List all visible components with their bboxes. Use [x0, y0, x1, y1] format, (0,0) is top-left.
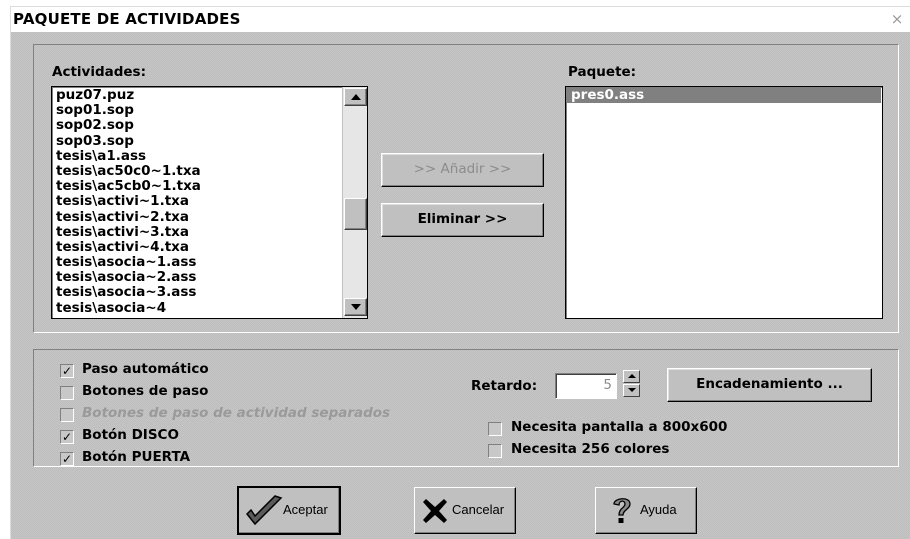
activity-list-item[interactable]: tesis\asocia~1.ass — [52, 254, 342, 270]
help-label: Ayuda — [640, 502, 677, 517]
question-mark-icon — [613, 498, 631, 523]
colors-256-label: Necesita 256 colores — [511, 441, 670, 457]
activity-list-item[interactable]: tesis\activi~2.txa — [52, 209, 342, 225]
package-list-item[interactable]: pres0.ass — [567, 87, 881, 104]
package-listbox[interactable]: pres0.ass — [565, 86, 883, 319]
auto-step-checkbox[interactable]: ✓ — [60, 364, 74, 378]
step-buttons-checkbox[interactable] — [60, 386, 74, 400]
window-title: PAQUETE DE ACTIVIDADES — [13, 10, 241, 28]
add-button[interactable]: >> Añadir >> — [381, 153, 544, 187]
step-buttons-label: Botones de paso — [82, 383, 209, 399]
activity-list-item[interactable]: puz07.puz — [52, 87, 342, 103]
disco-button-label: Botón DISCO — [82, 427, 179, 443]
scroll-up-arrow-icon — [351, 94, 361, 100]
scroll-down-arrow-icon — [351, 304, 361, 310]
screen-800-label: Necesita pantalla a 800x600 — [511, 419, 728, 435]
activity-list-item[interactable]: sop01.sop — [52, 103, 342, 118]
activity-list-item[interactable]: sop02.sop — [52, 118, 342, 133]
package-dialog: PAQUETE DE ACTIVIDADES × Actividades: pu… — [10, 6, 910, 539]
activity-list-item[interactable]: tesis\activi~3.txa — [52, 224, 342, 240]
activity-list-item[interactable]: tesis\asocia~2.ass — [52, 270, 342, 285]
puerta-button-label: Botón PUERTA — [82, 449, 191, 465]
checkmark-icon — [245, 495, 283, 526]
cross-icon — [423, 499, 447, 523]
checkmark-icon: ✓ — [61, 452, 73, 466]
activity-list-item[interactable]: tesis\activi~1.txa — [52, 194, 342, 209]
activities-label: Actividades: — [52, 64, 146, 80]
activity-list-item[interactable]: sop03.sop — [52, 133, 342, 149]
activities-listbox[interactable]: puz07.puz sop01.sop sop02.sop sop03.sop tesi… — [51, 86, 368, 319]
screen-800-checkbox[interactable] — [488, 422, 502, 436]
checkmark-icon: ✓ — [61, 364, 73, 378]
scroll-up-button[interactable] — [344, 88, 367, 106]
activity-list-item[interactable]: tesis\asocia~3.ass — [52, 285, 342, 300]
accept-label: Aceptar — [283, 502, 328, 517]
title-bar: PAQUETE DE ACTIVIDADES × — [11, 7, 910, 32]
scroll-thumb[interactable] — [344, 198, 367, 230]
separate-step-buttons-checkbox — [60, 408, 74, 422]
disco-button-checkbox[interactable]: ✓ — [60, 430, 74, 444]
cancel-button[interactable]: Cancelar — [414, 487, 516, 534]
help-button[interactable]: Ayuda — [595, 487, 697, 534]
activity-list-item[interactable]: tesis\activi~4.txa — [52, 239, 342, 255]
package-label: Paquete: — [568, 64, 637, 80]
options-group: ✓ Paso automático Botones de paso Botone… — [33, 349, 899, 467]
activities-group: Actividades: puz07.puz sop01.sop sop02.sop… — [33, 44, 899, 333]
activity-list-item[interactable]: tesis\ac5cb0~1.txa — [52, 179, 342, 194]
delay-label: Retardo: — [471, 378, 538, 394]
delay-input[interactable]: 5 — [555, 373, 617, 399]
activity-list-item[interactable]: tesis\asocia~4 — [52, 300, 342, 316]
chain-button-label: Encadenamiento ... — [696, 376, 843, 392]
activity-list-item[interactable]: tesis\a1.ass — [52, 148, 342, 164]
spin-down-icon — [628, 388, 636, 392]
activities-scrollbar[interactable] — [342, 87, 367, 318]
colors-256-checkbox[interactable] — [488, 444, 502, 458]
accept-button[interactable]: Aceptar — [237, 486, 341, 535]
checkmark-icon: ✓ — [61, 430, 73, 444]
activity-list-item[interactable]: tesis\ac50c0~1.txa — [52, 163, 342, 179]
add-button-label: >> Añadir >> — [413, 161, 512, 177]
delay-spin-down[interactable] — [623, 384, 640, 397]
remove-button-label: Eliminar >> — [417, 211, 508, 227]
remove-button[interactable]: Eliminar >> — [381, 203, 544, 237]
spin-up-icon — [628, 374, 636, 378]
chain-button[interactable]: Encadenamiento ... — [667, 368, 872, 402]
delay-spin-up[interactable] — [623, 370, 640, 383]
puerta-button-checkbox[interactable]: ✓ — [60, 452, 74, 466]
close-icon[interactable]: × — [888, 11, 906, 28]
cancel-label: Cancelar — [452, 502, 505, 517]
scroll-down-button[interactable] — [344, 298, 367, 316]
auto-step-label: Paso automático — [82, 361, 209, 377]
separate-step-buttons-label: Botones de paso de actividad separados — [82, 405, 391, 421]
